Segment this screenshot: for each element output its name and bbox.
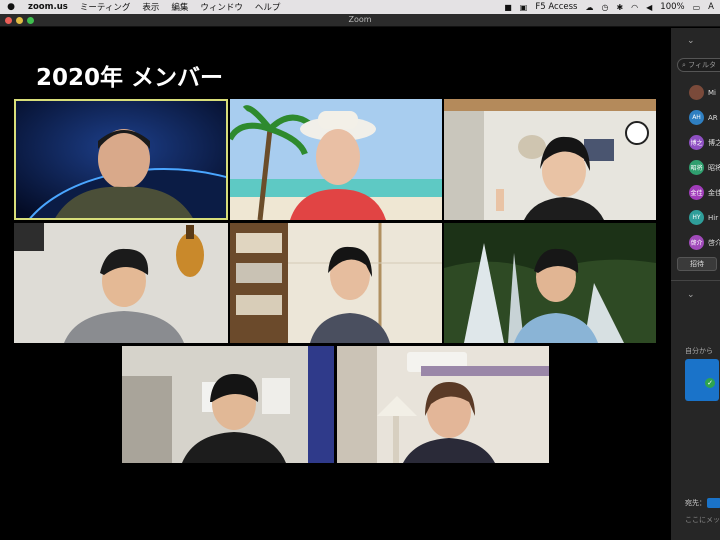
participant-search-input[interactable]: ⌕ フィルタ: [677, 58, 720, 72]
avatar: HY: [689, 210, 704, 225]
participant-name: AR: [708, 113, 718, 122]
participant-item[interactable]: 金佳 金佳: [689, 180, 720, 205]
participant-video-6[interactable]: [444, 223, 656, 343]
participant-video-4[interactable]: [14, 223, 228, 343]
send-to-label: 宛先：: [685, 499, 706, 507]
participant-name: 博之: [708, 138, 720, 147]
side-panel: ⌄ ⌕ フィルタ Mi AH AR 博之 博之 昭将 昭将 金佳 金佳 HY H…: [670, 28, 720, 540]
menu-window[interactable]: ウィンドウ: [194, 1, 249, 13]
menu-app[interactable]: zoom.us: [22, 2, 74, 12]
search-placeholder: フィルタ: [688, 61, 717, 69]
video-frame: [122, 346, 334, 463]
vpn-status[interactable]: F5 Access: [535, 2, 577, 12]
input-source[interactable]: A: [708, 2, 714, 12]
zoom-status-icon[interactable]: ■: [504, 3, 512, 12]
participant-item[interactable]: HY Hir: [689, 205, 720, 230]
battery-percent: 100%: [660, 2, 685, 12]
video-frame: [14, 223, 228, 343]
participant-name: 昭将: [708, 163, 720, 172]
participant-name: Hir: [708, 213, 719, 222]
volume-icon[interactable]: ◀: [646, 3, 652, 12]
participant-video-1[interactable]: [14, 99, 228, 220]
battery-icon[interactable]: ▭: [693, 3, 701, 12]
participant-item[interactable]: AH AR: [689, 105, 720, 130]
gallery-view: 2020年 メンバー: [0, 28, 670, 540]
participant-video-5[interactable]: [230, 223, 442, 343]
video-frame: [230, 223, 442, 343]
avatar: [689, 85, 704, 100]
menu-view[interactable]: 表示: [136, 1, 165, 13]
participant-item[interactable]: 啓介 啓介: [689, 230, 720, 255]
search-icon: ⌕: [682, 61, 686, 69]
participant-name: 啓介: [708, 238, 720, 247]
participant-video-8[interactable]: [337, 346, 549, 463]
participant-item[interactable]: 博之 博之: [689, 130, 720, 155]
video-frame: [337, 346, 549, 463]
avatar: AH: [689, 110, 704, 125]
menu-meeting[interactable]: ミーティング: [74, 1, 137, 13]
participant-list: Mi AH AR 博之 博之 昭将 昭将 金佳 金佳 HY Hir 啓介 啓介: [689, 80, 720, 255]
avatar: 啓介: [689, 235, 704, 250]
window-title: Zoom: [348, 15, 372, 24]
collapse-participants-icon[interactable]: ⌄: [687, 36, 695, 46]
status-area: ■ ▣ F5 Access ☁ ◷ ✱ ◠ ◀ 100% ▭ A: [504, 2, 720, 12]
invite-button[interactable]: 招待: [677, 257, 717, 271]
video-frame: [14, 99, 228, 220]
check-icon: ✓: [705, 378, 715, 388]
participant-item[interactable]: Mi: [689, 80, 720, 105]
panel-divider: [671, 280, 720, 281]
vpn-icon[interactable]: ▣: [520, 3, 528, 12]
participant-name: Mi: [708, 88, 716, 97]
participant-video-7[interactable]: [122, 346, 334, 463]
menu-bar: ● zoom.us ミーティング 表示 編集 ウィンドウ ヘルプ ■ ▣ F5 …: [0, 0, 720, 14]
apple-menu-icon[interactable]: ●: [0, 2, 22, 12]
video-frame: [444, 99, 656, 220]
participant-name: 金佳: [708, 188, 720, 197]
menu-edit[interactable]: 編集: [165, 1, 194, 13]
slide-title: 2020年 メンバー: [36, 65, 224, 91]
recipient-dropdown[interactable]: [707, 498, 720, 508]
avatar: 金佳: [689, 185, 704, 200]
time-machine-icon[interactable]: ◷: [601, 3, 608, 12]
bluetooth-icon[interactable]: ✱: [616, 3, 623, 12]
video-frame: [230, 99, 442, 220]
chat-sender-label: 自分から: [685, 347, 713, 355]
collapse-chat-icon[interactable]: ⌄: [687, 290, 695, 300]
participant-video-3[interactable]: [444, 99, 656, 220]
participant-video-2[interactable]: [230, 99, 442, 220]
participant-item[interactable]: 昭将 昭将: [689, 155, 720, 180]
wifi-icon[interactable]: ◠: [631, 3, 638, 12]
window-titlebar: Zoom: [0, 14, 720, 27]
menu-help[interactable]: ヘルプ: [249, 1, 287, 13]
cloud-icon[interactable]: ☁: [585, 3, 593, 12]
chat-input[interactable]: ここにメッ: [685, 515, 720, 525]
avatar: 昭将: [689, 160, 704, 175]
video-frame: [444, 223, 656, 343]
avatar: 博之: [689, 135, 704, 150]
